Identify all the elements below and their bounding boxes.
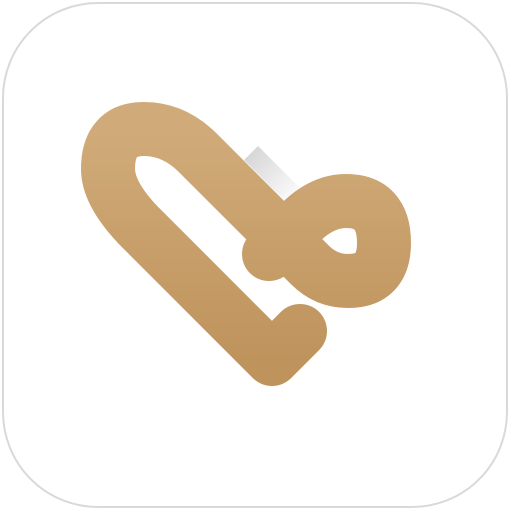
heart-loop-icon [81, 102, 411, 386]
heart-loop-stroke [81, 102, 411, 386]
icon-canvas [0, 0, 512, 512]
app-icon[interactable] [2, 2, 508, 508]
